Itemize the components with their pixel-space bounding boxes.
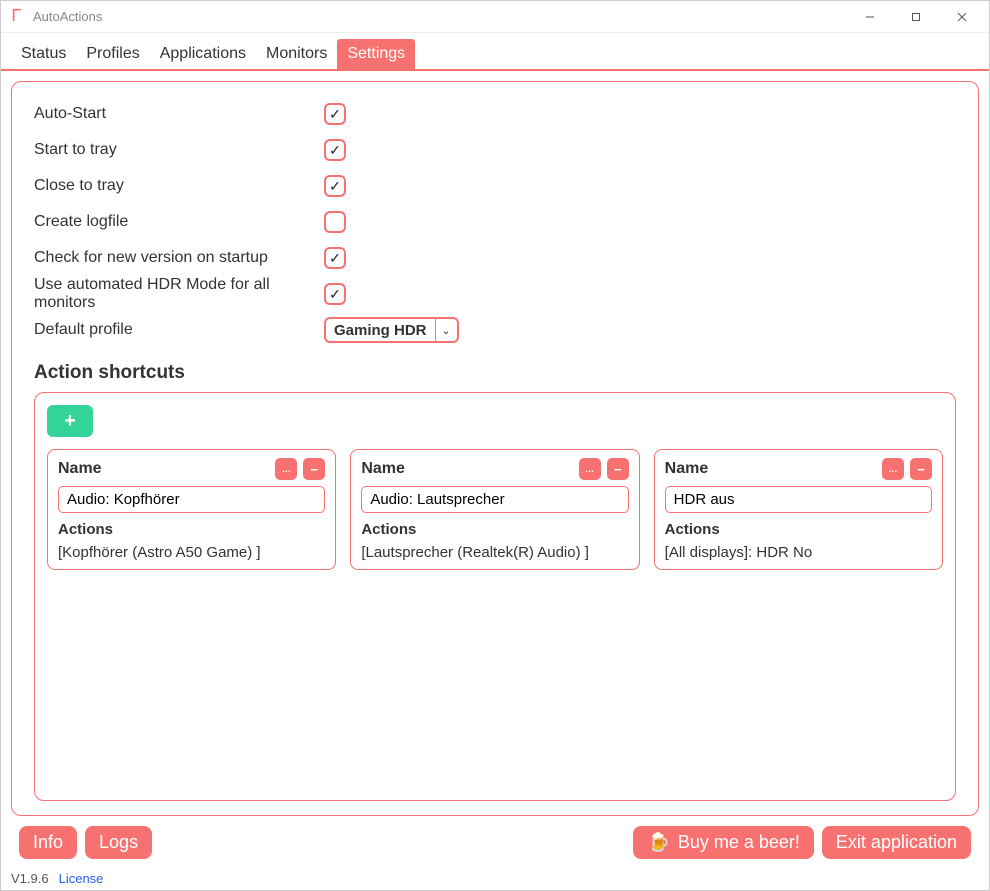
checkbox-auto-start[interactable]: ✓ [324,103,346,125]
remove-button[interactable]: − [303,458,325,480]
setting-label: Create logfile [34,213,324,231]
footer-bar: Info Logs 🍺 Buy me a beer! Exit applicat… [11,822,979,863]
chevron-down-icon: ⌄ [435,319,457,341]
shortcut-name-input[interactable] [58,486,325,513]
setting-default-profile: Default profile Gaming HDR ⌄ [34,312,956,348]
shortcut-card: Name … − Actions [Lautsprecher (Realtek(… [350,449,639,570]
exit-button[interactable]: Exit application [822,826,971,859]
minimize-button[interactable] [847,3,893,31]
app-window: AutoActions Status Profiles Applications… [0,0,990,891]
status-bar: V1.9.6 License [1,869,989,890]
shortcut-name-input[interactable] [361,486,628,513]
shortcut-card: Name … − Actions [Kopfhörer (Astro A50 G… [47,449,336,570]
setting-label: Default profile [34,321,324,339]
shortcuts-container: + Name … − Actions [Kopfhörer ( [34,392,956,801]
minus-icon: − [614,462,622,477]
beer-icon: 🍺 [647,832,669,853]
buy-beer-label: Buy me a beer! [678,832,800,853]
logs-button[interactable]: Logs [85,826,152,859]
minus-icon: − [917,462,925,477]
action-shortcuts-heading: Action shortcuts [34,362,956,384]
setting-label: Check for new version on startup [34,249,324,267]
checkbox-create-logfile[interactable] [324,211,346,233]
window-controls [847,3,985,31]
shortcut-actions-label: Actions [58,521,325,538]
setting-label: Use automated HDR Mode for all monitors [34,276,324,312]
shortcut-actions-desc: [Lautsprecher (Realtek(R) Audio) ] [361,544,628,561]
setting-start-to-tray: Start to tray ✓ [34,132,956,168]
add-shortcut-button[interactable]: + [47,405,93,437]
tab-monitors[interactable]: Monitors [256,39,337,69]
titlebar: AutoActions [1,1,989,33]
checkbox-auto-hdr[interactable]: ✓ [324,283,346,305]
title-left: AutoActions [11,7,102,26]
info-button[interactable]: Info [19,826,77,859]
setting-create-logfile: Create logfile [34,204,956,240]
shortcut-card: Name … − Actions [All displays]: HDR No [654,449,943,570]
checkbox-check-version[interactable]: ✓ [324,247,346,269]
settings-panel: Auto-Start ✓ Start to tray ✓ Close to tr… [11,81,979,816]
setting-auto-hdr: Use automated HDR Mode for all monitors … [34,276,956,312]
minus-icon: − [311,462,319,477]
maximize-button[interactable] [893,3,939,31]
edit-button[interactable]: … [275,458,297,480]
select-value: Gaming HDR [326,319,435,341]
shortcut-actions-label: Actions [665,521,932,538]
license-link[interactable]: License [59,871,104,886]
app-icon [11,7,27,26]
checkbox-close-to-tray[interactable]: ✓ [324,175,346,197]
setting-label: Close to tray [34,177,324,195]
setting-close-to-tray: Close to tray ✓ [34,168,956,204]
buy-beer-button[interactable]: 🍺 Buy me a beer! [633,826,813,859]
setting-label: Auto-Start [34,105,324,123]
ellipsis-icon: … [888,464,897,474]
shortcut-cards: Name … − Actions [Kopfhörer (Astro A50 G… [47,449,943,570]
shortcut-name-label: Name [361,460,405,478]
setting-check-version: Check for new version on startup ✓ [34,240,956,276]
tab-settings[interactable]: Settings [337,39,415,69]
shortcut-name-label: Name [58,460,102,478]
content-area: Auto-Start ✓ Start to tray ✓ Close to tr… [1,71,989,869]
shortcut-actions-desc: [All displays]: HDR No [665,544,932,561]
edit-button[interactable]: … [882,458,904,480]
shortcut-actions-label: Actions [361,521,628,538]
ellipsis-icon: … [282,464,291,474]
setting-auto-start: Auto-Start ✓ [34,96,956,132]
plus-icon: + [64,410,76,433]
remove-button[interactable]: − [910,458,932,480]
default-profile-select[interactable]: Gaming HDR ⌄ [324,317,459,343]
shortcut-name-label: Name [665,460,709,478]
tab-profiles[interactable]: Profiles [76,39,149,69]
shortcut-name-input[interactable] [665,486,932,513]
close-button[interactable] [939,3,985,31]
setting-label: Start to tray [34,141,324,159]
app-title: AutoActions [33,9,102,24]
edit-button[interactable]: … [579,458,601,480]
remove-button[interactable]: − [607,458,629,480]
tab-bar: Status Profiles Applications Monitors Se… [1,33,989,71]
tab-applications[interactable]: Applications [150,39,256,69]
version-label: V1.9.6 [11,871,49,886]
ellipsis-icon: … [585,464,594,474]
checkbox-start-to-tray[interactable]: ✓ [324,139,346,161]
tab-status[interactable]: Status [11,39,76,69]
shortcut-actions-desc: [Kopfhörer (Astro A50 Game) ] [58,544,325,561]
